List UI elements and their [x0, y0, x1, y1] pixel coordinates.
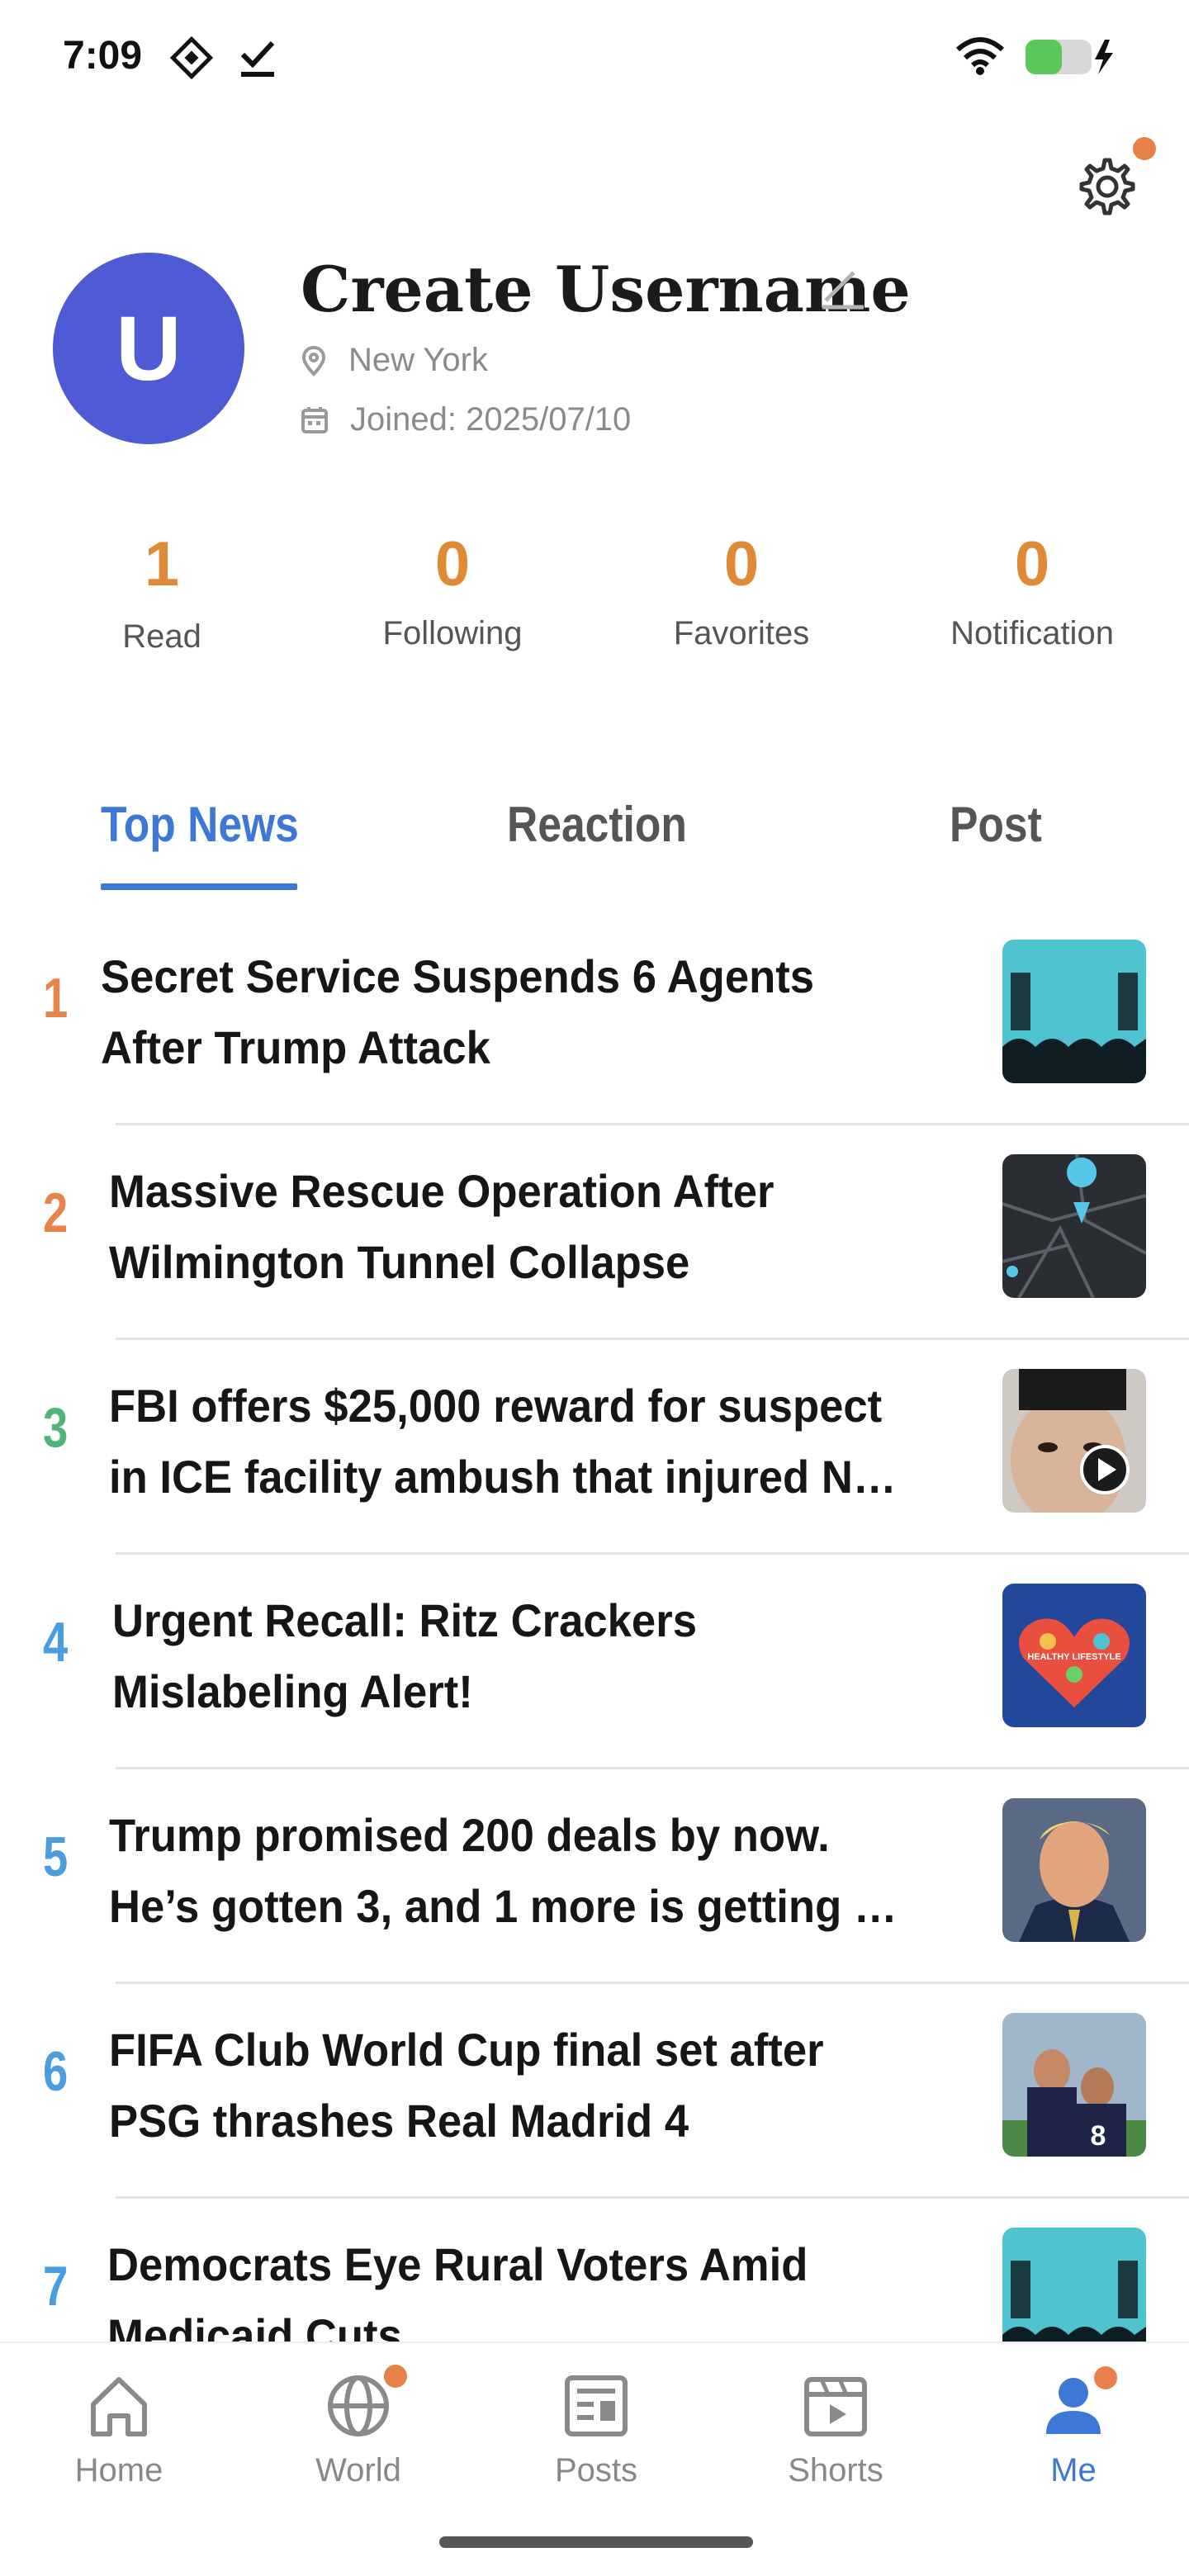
tab-bar: Top News Reaction Post	[0, 796, 1189, 895]
divider	[116, 1552, 1189, 1555]
nav-label: Shorts	[788, 2452, 883, 2488]
thumb-text: 8	[1091, 2120, 1106, 2152]
nav-me[interactable]: Me	[991, 2366, 1156, 2489]
divider	[116, 1767, 1189, 1769]
app-diamond-icon	[170, 36, 213, 79]
stat-label: Notification	[950, 615, 1114, 651]
news-title: FBI offers $25,000 reward for suspect in…	[109, 1380, 897, 1503]
news-rank: 3	[43, 1396, 69, 1459]
news-rank: 7	[43, 2255, 69, 2318]
news-rank: 4	[43, 1611, 69, 1674]
location-row: New York	[301, 342, 488, 379]
location-pin-icon	[301, 345, 326, 376]
clapper-icon	[804, 2377, 867, 2436]
list-item[interactable]: 1 Secret Service Suspends 6 Agents After…	[0, 925, 1189, 1139]
news-title: Trump promised 200 deals by now. He’s go…	[109, 1809, 898, 1932]
stat-label: Following	[382, 615, 523, 651]
list-item[interactable]: 2 Massive Rescue Operation After Wilming…	[0, 1139, 1189, 1354]
joined-text: Joined: 2025/07/10	[350, 401, 632, 438]
notification-dot	[384, 2365, 407, 2388]
news-thumbnail	[1002, 2228, 1146, 2342]
home-icon	[91, 2377, 147, 2436]
news-rank: 2	[43, 1181, 69, 1244]
news-thumbnail	[1002, 1798, 1146, 1942]
stat-value: 1	[144, 529, 180, 599]
news-thumbnail	[1002, 1369, 1146, 1513]
news-thumbnail	[1002, 1154, 1146, 1298]
news-title: Urgent Recall: Ritz Crackers Mislabeling…	[112, 1594, 697, 1717]
home-indicator	[439, 2536, 753, 2548]
location-text: New York	[348, 342, 488, 378]
stat-value: 0	[723, 529, 760, 599]
stat-value: 0	[434, 529, 471, 599]
nav-posts[interactable]: Posts	[514, 2368, 679, 2489]
stats-row: 1 Read 0 Following 0 Favorites 0 Notific…	[0, 528, 1189, 694]
list-item[interactable]: 7 Democrats Eye Rural Voters Amid Medica…	[0, 2213, 1189, 2342]
divider	[116, 1123, 1189, 1125]
avatar[interactable]: U	[53, 253, 244, 444]
tab-post[interactable]: Post	[950, 796, 1042, 853]
divider	[116, 1982, 1189, 1984]
tab-top-news[interactable]: Top News	[101, 796, 299, 853]
news-rank: 1	[43, 967, 69, 1030]
list-item[interactable]: 4 Urgent Recall: Ritz Crackers Mislabeli…	[0, 1569, 1189, 1783]
nav-label: World	[315, 2452, 401, 2488]
stat-notification[interactable]: 0 Notification	[892, 528, 1172, 652]
list-item[interactable]: 3 FBI offers $25,000 reward for suspect …	[0, 1354, 1189, 1569]
edit-icon[interactable]	[817, 263, 867, 312]
thumb-text: HEALTHY LIFESTYLE	[1027, 1652, 1120, 1662]
news-title: Democrats Eye Rural Voters Amid Medicaid…	[107, 2238, 808, 2342]
list-item[interactable]: 5 Trump promised 200 deals by now. He’s …	[0, 1783, 1189, 1998]
news-thumbnail: 8	[1002, 2013, 1146, 2157]
news-title: Massive Rescue Operation After Wilmingto…	[109, 1165, 775, 1288]
news-thumbnail	[1002, 940, 1146, 1083]
divider	[116, 1338, 1189, 1340]
stat-favorites[interactable]: 0 Favorites	[601, 528, 882, 652]
news-thumbnail: HEALTHY LIFESTYLE	[1002, 1584, 1146, 1727]
status-bar: 7:09	[0, 0, 1189, 116]
nav-label: Me	[1050, 2452, 1097, 2488]
tab-underline	[101, 883, 297, 890]
nav-label: Posts	[554, 2452, 638, 2488]
wifi-icon	[956, 37, 1004, 75]
stat-read[interactable]: 1 Read	[21, 528, 302, 656]
divider	[116, 2196, 1189, 2199]
news-list: 1 Secret Service Suspends 6 Agents After…	[0, 908, 1189, 2342]
news-rank: 5	[43, 1825, 69, 1888]
news-title: FIFA Club World Cup final set after PSG …	[109, 2024, 824, 2147]
joined-row: Joined: 2025/07/10	[301, 401, 631, 438]
nav-shorts[interactable]: Shorts	[753, 2368, 918, 2489]
list-item[interactable]: 6 FIFA Club World Cup final set after PS…	[0, 1998, 1189, 2213]
news-rank: 6	[43, 2040, 69, 2103]
gear-icon	[1079, 158, 1135, 215]
nav-label: Home	[74, 2452, 163, 2488]
notification-dot	[1133, 137, 1156, 160]
news-title: Secret Service Suspends 6 Agents After T…	[101, 950, 815, 1073]
nav-world[interactable]: World	[276, 2365, 441, 2489]
tab-reaction[interactable]: Reaction	[507, 796, 687, 853]
stat-label: Favorites	[673, 615, 810, 651]
notification-dot	[1094, 2366, 1117, 2389]
newspaper-icon	[565, 2375, 628, 2436]
check-icon	[240, 40, 275, 77]
stat-value: 0	[1014, 529, 1050, 599]
stat-label: Read	[122, 618, 201, 655]
nav-home[interactable]: Home	[36, 2368, 201, 2489]
status-time: 7:09	[63, 34, 143, 78]
calendar-icon	[301, 406, 328, 433]
battery-charging-icon	[1026, 40, 1113, 74]
stat-following[interactable]: 0 Following	[312, 528, 593, 652]
settings-button[interactable]	[1070, 137, 1156, 221]
